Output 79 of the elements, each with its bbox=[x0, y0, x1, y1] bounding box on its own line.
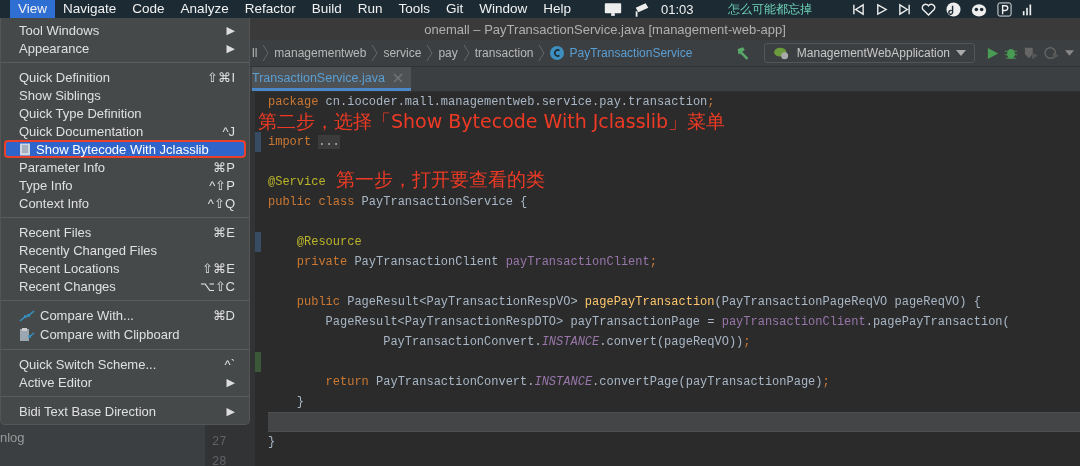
code-line: package cn.iocoder.mall.managementweb.service.pay.transaction; bbox=[268, 95, 715, 109]
play-icon[interactable] bbox=[874, 2, 888, 16]
code-line: PayTransactionConvert.INSTANCE.convert(pageReqVO)); bbox=[382, 335, 751, 349]
p-icon[interactable] bbox=[996, 1, 1012, 17]
menu-bar-item[interactable]: Refactor bbox=[236, 0, 304, 18]
menu-item[interactable]: Recently Changed Files bbox=[1, 241, 249, 259]
leaf-icon bbox=[772, 46, 791, 60]
menu-item[interactable]: Context Info ^⇧Q bbox=[1, 194, 249, 212]
chevron-icon bbox=[462, 44, 470, 62]
menu-bar-item[interactable]: Navigate bbox=[55, 0, 125, 18]
menu-bar-item[interactable]: Window bbox=[471, 0, 536, 18]
caret-icon bbox=[956, 50, 966, 56]
menu-item[interactable]: Compare with Clipboard bbox=[1, 325, 249, 344]
menu-item[interactable]: Bidi Text Base Direction ▶ bbox=[1, 402, 249, 420]
menu-bar-item[interactable]: View bbox=[10, 0, 56, 18]
code-line: public class PayTransactionService { bbox=[268, 195, 528, 209]
menu-item[interactable]: Type Info ^⇧P bbox=[1, 176, 249, 194]
annotation-text: 第二步，选择「Show Bytecode With Jclasslib」菜单 bbox=[258, 109, 726, 134]
breadcrumb[interactable]: ll bbox=[252, 46, 258, 60]
chevron-icon bbox=[426, 44, 434, 62]
breadcrumb[interactable]: service bbox=[383, 46, 422, 60]
breadcrumb[interactable]: managementweb bbox=[274, 46, 367, 60]
menu-item[interactable]: Recent Changes ⌥⇧C bbox=[1, 277, 249, 295]
now-playing-text: 怎么可能都忘掉 bbox=[727, 0, 812, 18]
music-icon[interactable] bbox=[945, 1, 961, 17]
display-icon[interactable] bbox=[603, 1, 624, 17]
heart-icon[interactable] bbox=[920, 2, 936, 16]
code-line: return PayTransactionConvert.INSTANCE.convertPage(payTransactionPage); bbox=[324, 375, 830, 389]
menu-bar-item[interactable]: Git bbox=[438, 0, 472, 18]
menu-bar-item[interactable]: Run bbox=[349, 0, 391, 18]
menu-item[interactable]: Appearance ▶ bbox=[1, 39, 249, 57]
menu-item[interactable]: Parameter Info ⌘P bbox=[1, 158, 249, 176]
caret-icon[interactable] bbox=[1065, 50, 1074, 56]
chevron-icon bbox=[538, 44, 546, 62]
bug-icon[interactable] bbox=[1004, 46, 1018, 60]
annotation-text: 第一步，打开要查看的类 bbox=[336, 167, 545, 192]
chevron-icon bbox=[262, 44, 270, 62]
menu-item[interactable]: Quick Documentation ^J bbox=[1, 122, 249, 140]
run-icon[interactable] bbox=[986, 46, 999, 60]
next-icon[interactable] bbox=[897, 2, 911, 16]
breadcrumb[interactable]: PayTransactionService bbox=[569, 46, 693, 60]
submenu-arrow: ▶ bbox=[226, 375, 235, 389]
code-line: } bbox=[295, 395, 304, 409]
breadcrumb[interactable]: transaction bbox=[474, 46, 534, 60]
code-line: } bbox=[268, 435, 276, 449]
submenu-arrow: ▶ bbox=[226, 23, 235, 37]
menu-item[interactable]: Compare With... ⌘D bbox=[1, 306, 249, 325]
menu-item[interactable]: Quick Switch Scheme... ^` bbox=[1, 355, 249, 373]
breadcrumb[interactable]: pay bbox=[438, 46, 458, 60]
menu-item[interactable]: Quick Definition ⇧⌘I bbox=[1, 68, 249, 86]
menu-bar-item[interactable]: Tools bbox=[390, 0, 438, 18]
code-line: @Resource bbox=[295, 235, 362, 249]
menu-bar-item[interactable]: Help bbox=[535, 0, 580, 18]
class-icon bbox=[550, 46, 565, 60]
code-line: import ... bbox=[268, 135, 340, 149]
menu-bar-item[interactable]: Code bbox=[124, 0, 173, 18]
run-configuration-dropdown[interactable]: ManagementWebApplication bbox=[763, 43, 975, 63]
chevron-icon bbox=[371, 44, 379, 62]
code-line: PageResult<PayTransactionRespDTO> payTransactionPage = payTransactionClient.pagePayTransaction( bbox=[324, 315, 1010, 329]
code-line: public PageResult<PayTransactionRespVO> pagePayTransaction(PayTransactionPageReqVO pageReqVO) { bbox=[295, 295, 981, 309]
submenu-arrow: ▶ bbox=[226, 404, 235, 418]
menu-item[interactable]: Recent Files ⌘E bbox=[1, 223, 249, 241]
menu-item[interactable]: Show Bytecode With Jclasslib bbox=[4, 140, 246, 158]
code-line: @Service bbox=[268, 175, 326, 189]
menu-item[interactable]: Recent Locations ⇧⌘E bbox=[1, 259, 249, 277]
menu-item[interactable]: Tool Windows ▶ bbox=[1, 21, 249, 39]
project-tree-item[interactable]: nlog bbox=[0, 430, 205, 445]
menu-item[interactable]: Quick Type Definition bbox=[1, 104, 249, 122]
menu-item[interactable]: Active Editor ▶ bbox=[1, 373, 249, 391]
code-line: private PayTransactionClient payTransactionClient; bbox=[295, 255, 657, 269]
document-icon bbox=[19, 142, 31, 156]
submenu-arrow: ▶ bbox=[226, 41, 235, 55]
previous-icon[interactable] bbox=[851, 2, 865, 16]
menu-bar-item[interactable]: Analyze bbox=[172, 0, 237, 18]
menu-item[interactable]: Show Siblings bbox=[1, 86, 249, 104]
clipboard-icon bbox=[19, 326, 35, 343]
menu-bar-item[interactable]: Build bbox=[303, 0, 350, 18]
window-title: onemall – PayTransactionService.java [management-web-app] bbox=[424, 21, 786, 37]
clock: 01:03 bbox=[661, 1, 694, 17]
